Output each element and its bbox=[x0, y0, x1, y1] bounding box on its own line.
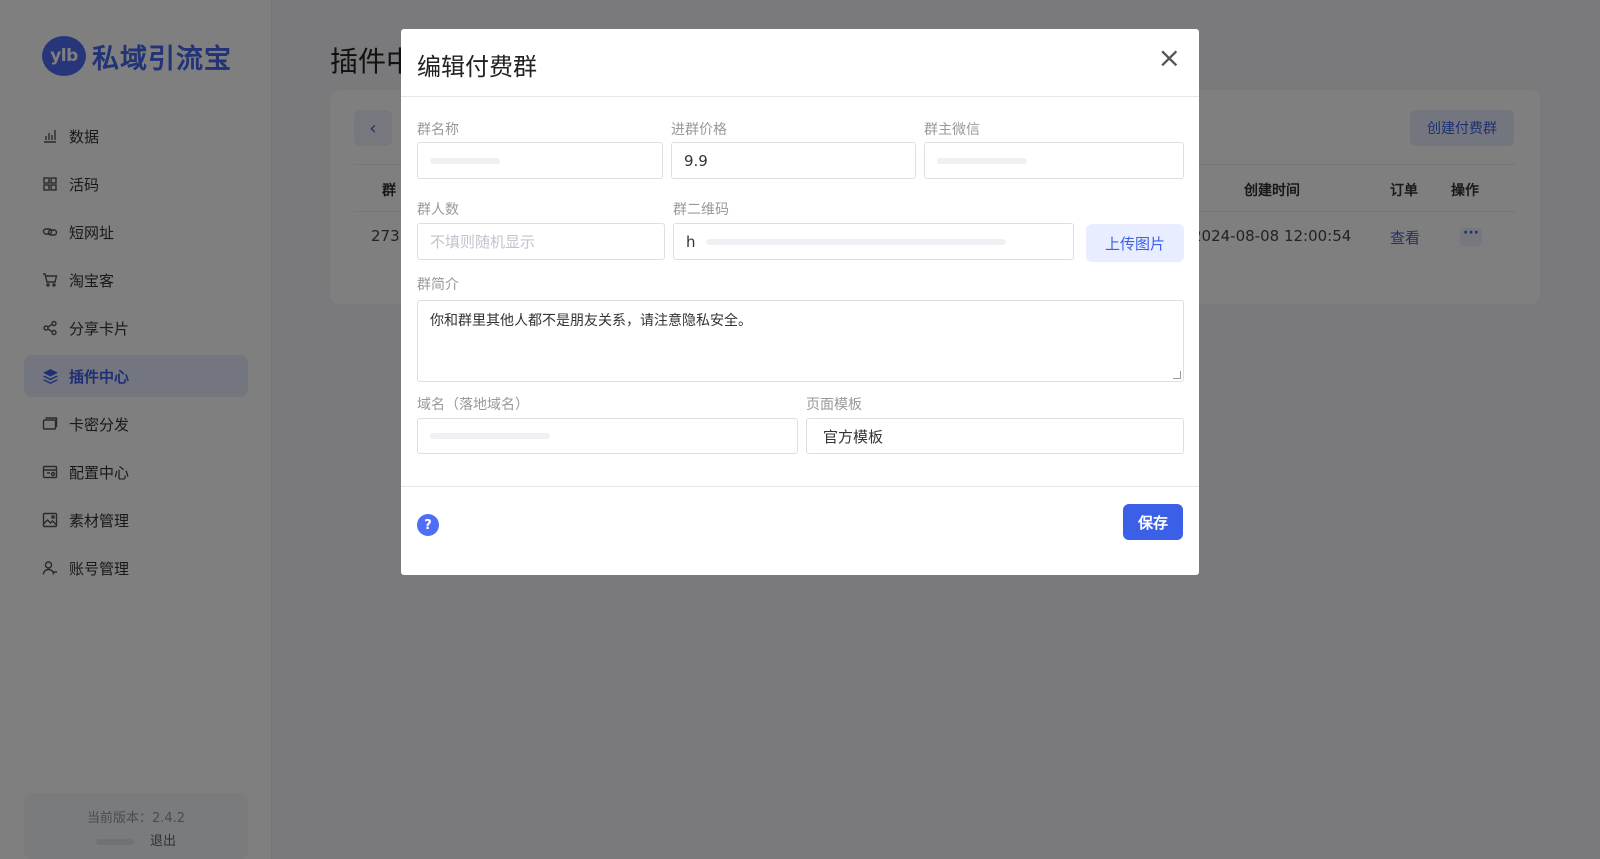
edit-paid-group-modal: 编辑付费群 × 群名称 进群价格 9.9 群主微信 群人数 不填则随机显示 群二… bbox=[401, 29, 1199, 575]
member-count-input[interactable]: 不填则随机显示 bbox=[417, 223, 665, 260]
qr-code-label: 群二维码 bbox=[673, 202, 729, 218]
modal-header: 编辑付费群 × bbox=[401, 29, 1199, 97]
price-input[interactable]: 9.9 bbox=[671, 142, 916, 179]
redacted-text bbox=[430, 157, 500, 164]
redacted-text bbox=[430, 433, 550, 439]
template-select[interactable]: 官方模板 bbox=[806, 418, 1184, 454]
owner-wechat-input[interactable] bbox=[924, 142, 1184, 179]
description-text: 你和群里其他人都不是朋友关系，请注意隐私安全。 bbox=[430, 313, 752, 329]
domain-input[interactable] bbox=[417, 418, 798, 454]
redacted-text bbox=[705, 238, 1006, 245]
modal-title: 编辑付费群 bbox=[417, 53, 537, 81]
save-button[interactable]: 保存 bbox=[1123, 504, 1183, 540]
group-name-label: 群名称 bbox=[417, 122, 459, 138]
description-textarea[interactable]: 你和群里其他人都不是朋友关系，请注意隐私安全。 bbox=[417, 300, 1184, 382]
qr-code-url-input[interactable]: h bbox=[673, 223, 1074, 260]
template-label: 页面模板 bbox=[806, 397, 862, 413]
domain-label: 域名（落地域名） bbox=[417, 397, 529, 413]
price-label: 进群价格 bbox=[671, 122, 727, 138]
group-name-input[interactable] bbox=[417, 142, 663, 179]
qr-code-url-text: h bbox=[686, 232, 696, 251]
modal-footer: ? 保存 bbox=[401, 486, 1199, 575]
description-label: 群简介 bbox=[417, 277, 459, 293]
owner-wechat-label: 群主微信 bbox=[924, 122, 980, 138]
upload-image-button[interactable]: 上传图片 bbox=[1086, 224, 1184, 262]
resize-grip-icon[interactable] bbox=[1173, 371, 1181, 379]
member-count-label: 群人数 bbox=[417, 202, 459, 218]
close-icon[interactable]: × bbox=[1158, 43, 1181, 73]
help-icon[interactable]: ? bbox=[417, 514, 439, 536]
redacted-text bbox=[937, 157, 1027, 164]
